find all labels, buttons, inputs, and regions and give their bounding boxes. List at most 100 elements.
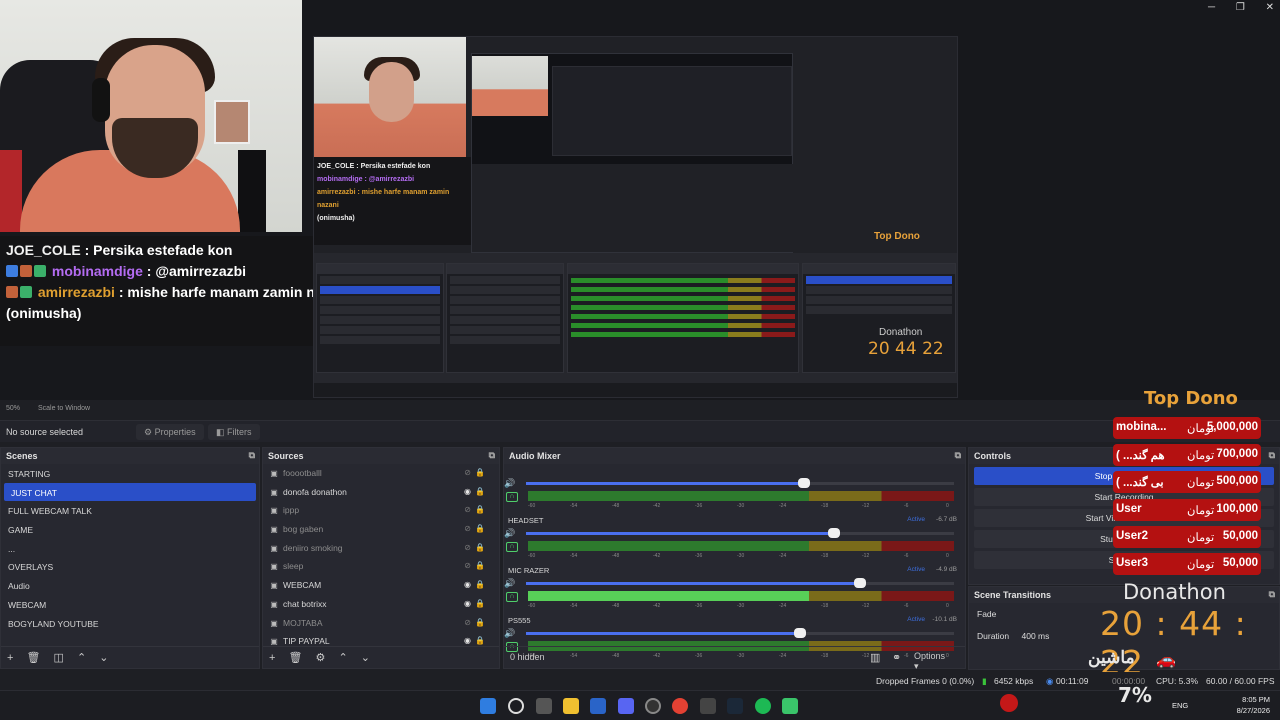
eye-off-icon[interactable]: ⊘ [464,505,471,514]
volume-icon[interactable]: 🔊 [504,578,515,589]
add-icon[interactable]: + [7,652,13,664]
headphone-icon[interactable]: ∩ [506,542,518,552]
lock-icon[interactable]: 🔒 [475,468,485,477]
lock-icon[interactable]: 🔒 [475,505,485,514]
scene-item[interactable]: ... [1,539,259,558]
taskview-icon[interactable] [536,698,552,714]
scale-mode[interactable]: Scale to Window [38,405,90,412]
lock-icon[interactable]: 🔒 [475,561,485,570]
language-indicator[interactable]: ENG [1172,701,1188,710]
popout-icon[interactable]: ⧉ [1269,589,1275,600]
eye-icon[interactable]: ◉ [464,599,471,608]
source-item[interactable]: ▣ sleep ⊘ 🔒 [263,557,499,576]
chevron-down-icon[interactable]: ⌄ [99,652,108,664]
source-item[interactable]: ▣ deniiro smoking ⊘ 🔒 [263,539,499,558]
volume-fill [526,632,800,635]
steam-icon[interactable] [727,698,743,714]
scene-item[interactable]: JUST CHAT [4,482,256,502]
eye-off-icon[interactable]: ⊘ [464,524,471,533]
scene-item[interactable]: STARTING [1,464,259,483]
eye-off-icon[interactable]: ⊘ [464,543,471,552]
chevron-up-icon[interactable]: ⌃ [338,652,347,664]
properties-button[interactable]: ⚙ Properties [136,424,204,440]
start-icon[interactable] [480,698,496,714]
source-item[interactable]: ▣ WEBCAM ◉ 🔒 [263,576,499,595]
volume-icon[interactable]: 🔊 [504,528,515,539]
donation-amount: 500,000 [1216,475,1258,487]
source-item[interactable]: ▣ ippp ⊘ 🔒 [263,501,499,520]
meter-tick: -54 [570,603,578,609]
currency-unit: تومان [1187,450,1215,462]
gear-icon[interactable]: ⚙ [316,652,326,664]
lock-icon[interactable]: 🔒 [475,487,485,496]
lock-icon[interactable]: 🔒 [475,599,485,608]
popout-icon[interactable]: ⧉ [1269,450,1275,461]
popout-icon[interactable]: ⧉ [489,450,495,461]
eye-icon[interactable]: ◉ [464,580,471,589]
volume-knob[interactable] [794,628,806,638]
eye-off-icon[interactable]: ⊘ [464,561,471,570]
source-item[interactable]: ▣ bog gaben ⊘ 🔒 [263,520,499,539]
scene-item[interactable]: GAME [1,520,259,539]
app-icon[interactable] [700,698,716,714]
search-icon[interactable] [508,698,524,714]
scene-item[interactable]: BOGYLAND YOUTUBE [1,614,259,633]
zoom-level[interactable]: 50% [6,405,20,412]
clock[interactable]: 8:05 PM 8/27/2026 [1237,694,1270,716]
scene-item[interactable]: FULL WEBCAM TALK [1,501,259,520]
vscode-icon[interactable] [590,698,606,714]
source-item[interactable]: ▣ chat botrixx ◉ 🔒 [263,595,499,614]
duration-input[interactable]: 400 ms [1022,631,1050,641]
eye-off-icon[interactable]: ⊘ [464,468,471,477]
volume-knob[interactable] [828,528,840,538]
volume-icon[interactable]: 🔊 [504,628,515,639]
source-item[interactable]: ▣ MOJTABA ⊘ 🔒 [263,614,499,633]
source-type-icon: ▣ [270,487,278,497]
scene-item[interactable]: Audio [1,576,259,595]
lock-icon[interactable]: 🔒 [475,636,485,645]
trash-icon[interactable]: 🗑 [289,652,303,664]
folder-icon[interactable] [563,698,579,714]
volume-knob[interactable] [854,578,866,588]
layout-icon[interactable]: ▥ [870,651,880,664]
eye-icon[interactable]: ◉ [464,487,471,496]
volume-icon[interactable]: 🔊 [504,478,515,489]
screen: JOE_COLE : Persika estefade kon mobinamd… [0,0,1280,720]
scene-item[interactable]: OVERLAYS [1,557,259,576]
chevron-down-icon[interactable]: ⌄ [361,652,370,664]
scene-item[interactable]: WEBCAM [1,595,259,614]
filter-icon[interactable]: ◫ [54,652,64,664]
link-icon[interactable]: ⚭ [892,651,901,664]
nested-inner-preview [471,53,794,253]
minimize-icon[interactable]: ─ [1208,2,1215,13]
discord-icon[interactable] [618,698,634,714]
source-label: ippp [283,505,300,516]
add-icon[interactable]: + [269,652,275,664]
options-button[interactable]: Options ▾ [914,651,955,672]
source-item[interactable]: ▣ donofa donathon ◉ 🔒 [263,483,499,502]
volume-knob[interactable] [798,478,810,488]
meter-tick: -60 [528,503,536,509]
app-icon[interactable] [782,698,798,714]
popout-icon[interactable]: ⧉ [249,450,255,461]
eye-off-icon[interactable]: ⊘ [464,618,471,627]
lock-icon[interactable]: 🔒 [475,580,485,589]
restore-icon[interactable]: ❐ [1236,2,1245,13]
filters-button[interactable]: ◧ Filters [208,424,260,440]
popout-icon[interactable]: ⧉ [955,450,961,461]
lock-icon[interactable]: 🔒 [475,618,485,627]
eye-icon[interactable]: ◉ [464,636,471,645]
obs-icon[interactable] [645,698,661,714]
chrome-icon[interactable] [672,698,688,714]
spotify-icon[interactable] [755,698,771,714]
close-icon[interactable]: ✕ [1266,2,1274,13]
hidden-count[interactable]: 0 hidden [510,652,545,662]
lock-icon[interactable]: 🔒 [475,543,485,552]
lock-icon[interactable]: 🔒 [475,524,485,533]
headphone-icon[interactable]: ∩ [506,492,518,502]
preview-canvas[interactable]: JOE_COLE : Persika estefade kon mobinamd… [0,0,1280,400]
source-item[interactable]: ▣ fooootballl ⊘ 🔒 [263,464,499,483]
chevron-up-icon[interactable]: ⌃ [77,652,86,664]
headphone-icon[interactable]: ∩ [506,592,518,602]
trash-icon[interactable]: 🗑 [27,652,41,664]
